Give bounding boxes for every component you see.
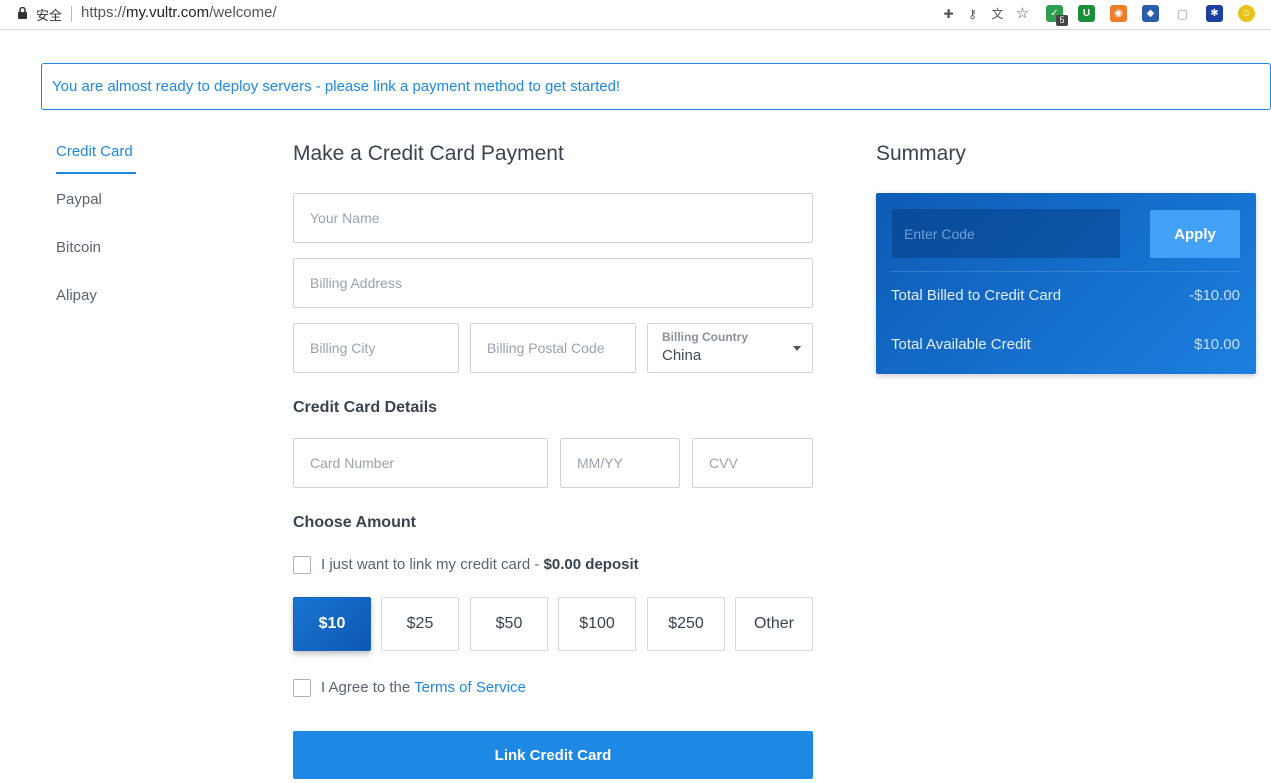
apply-code-button[interactable]: Apply [1150,210,1240,258]
adblock-extension-icon[interactable]: U [1078,5,1095,22]
tab-credit-card[interactable]: Credit Card [56,143,133,160]
billing-postal-code-input[interactable] [470,323,636,373]
url-field[interactable]: https://my.vultr.com/welcome/ [81,4,277,21]
star-bookmark-icon[interactable]: ☆ [1014,5,1031,22]
agree-tos-label: I Agree to the Terms of Service [321,679,526,696]
agree-text: I Agree to the [321,679,415,696]
promo-code-input[interactable] [892,209,1120,258]
total-credit-label: Total Available Credit [891,336,1031,353]
billing-country-select[interactable]: Billing Country China [647,323,813,373]
tab-alipay[interactable]: Alipay [56,287,97,304]
active-tab-underline [56,172,136,174]
amount-250-button[interactable]: $250 [647,597,725,651]
tab-paypal[interactable]: Paypal [56,191,102,208]
summary-title: Summary [876,142,966,165]
link-credit-card-button[interactable]: Link Credit Card [293,731,813,779]
payment-notice-banner: You are almost ready to deploy servers -… [41,63,1271,110]
amount-50-button[interactable]: $50 [470,597,548,651]
total-billed-label: Total Billed to Credit Card [891,287,1062,304]
form-title: Make a Credit Card Payment [293,142,564,165]
billing-city-input[interactable] [293,323,459,373]
total-billed-value: -$10.00 [1189,287,1240,304]
billing-country-value: China [662,347,702,364]
agree-tos-checkbox[interactable] [293,679,311,697]
summary-divider [890,271,1240,272]
expiry-input[interactable] [560,438,680,488]
link-only-checkbox[interactable] [293,556,311,574]
translate-icon[interactable]: 文 [989,5,1006,22]
card-number-input[interactable] [293,438,548,488]
page-extension-icon[interactable]: ▢ [1174,5,1191,22]
card-details-heading: Credit Card Details [293,399,438,416]
puzzle-extension-icon[interactable]: ✚ [940,5,957,22]
key-icon[interactable]: ⚷ [964,5,981,22]
blue-extension-icon[interactable]: ◆ [1142,5,1159,22]
orange-extension-icon[interactable]: ◉ [1110,5,1127,22]
tab-bitcoin[interactable]: Bitcoin [56,239,101,256]
terms-of-service-link[interactable]: Terms of Service [414,679,526,696]
secure-label: 安全 [36,9,63,24]
amount-10-button[interactable]: $10 [293,597,371,651]
paw-extension-icon[interactable]: ✱ [1206,5,1223,22]
address-separator [71,6,72,22]
amount-100-button[interactable]: $100 [558,597,636,651]
url-path: /welcome/ [209,4,277,21]
cvv-input[interactable] [692,438,813,488]
total-credit-value: $10.00 [1194,336,1240,353]
link-only-text: I just want to link my credit card - [321,556,544,573]
link-only-label: I just want to link my credit card - $0.… [321,556,639,573]
browser-address-bar: 安全 https://my.vultr.com/welcome/ ✚ ⚷ 文 ☆… [0,0,1271,30]
caret-down-icon [793,346,801,351]
amount-other-button[interactable]: Other [735,597,813,651]
your-name-input[interactable] [293,193,813,243]
billing-country-label: Billing Country [662,330,748,344]
url-scheme: https:// [81,4,127,21]
amount-25-button[interactable]: $25 [381,597,459,651]
extension-badge: 5 [1056,15,1068,26]
lock-icon [18,7,27,19]
billing-address-input[interactable] [293,258,813,308]
url-host: my.vultr.com [126,4,210,21]
summary-card: Apply Total Billed to Credit Card -$10.0… [876,193,1256,374]
link-only-deposit: $0.00 deposit [543,556,639,573]
choose-amount-heading: Choose Amount [293,514,416,531]
smile-extension-icon[interactable]: ☺ [1238,5,1255,22]
